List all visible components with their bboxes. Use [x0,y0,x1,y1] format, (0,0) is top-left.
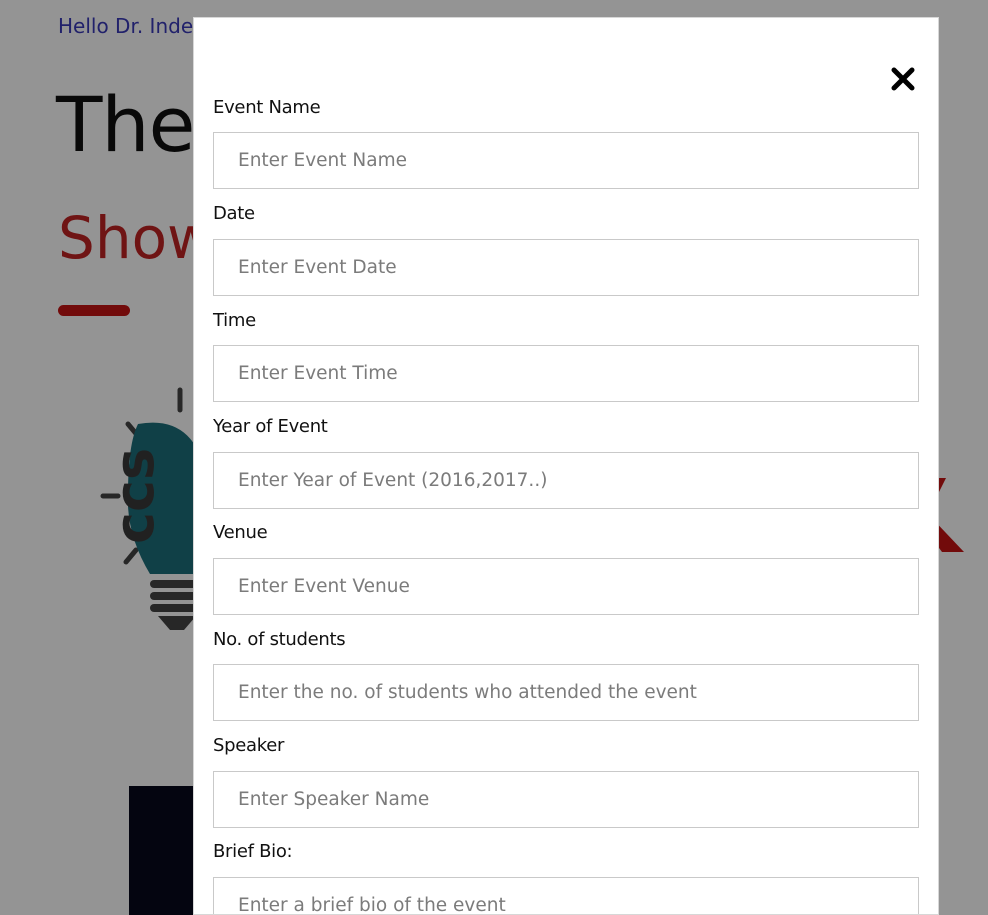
event-name-label: Event Name [213,97,321,118]
brief-bio-label: Brief Bio: [213,841,293,862]
venue-input[interactable] [213,558,919,615]
add-event-modal: Event Name Date Time Year of Event Venue… [193,17,939,915]
speaker-input[interactable] [213,771,919,828]
year-of-event-input[interactable] [213,452,919,509]
time-label: Time [213,310,256,331]
date-label: Date [213,203,255,224]
close-icon [891,67,915,91]
venue-label: Venue [213,522,268,543]
event-date-input[interactable] [213,239,919,296]
close-button[interactable] [890,66,916,92]
speaker-label: Speaker [213,735,285,756]
event-name-input[interactable] [213,132,919,189]
students-count-input[interactable] [213,664,919,721]
event-time-input[interactable] [213,345,919,402]
year-of-event-label: Year of Event [213,416,328,437]
students-count-label: No. of students [213,629,346,650]
brief-bio-input[interactable] [213,877,919,914]
